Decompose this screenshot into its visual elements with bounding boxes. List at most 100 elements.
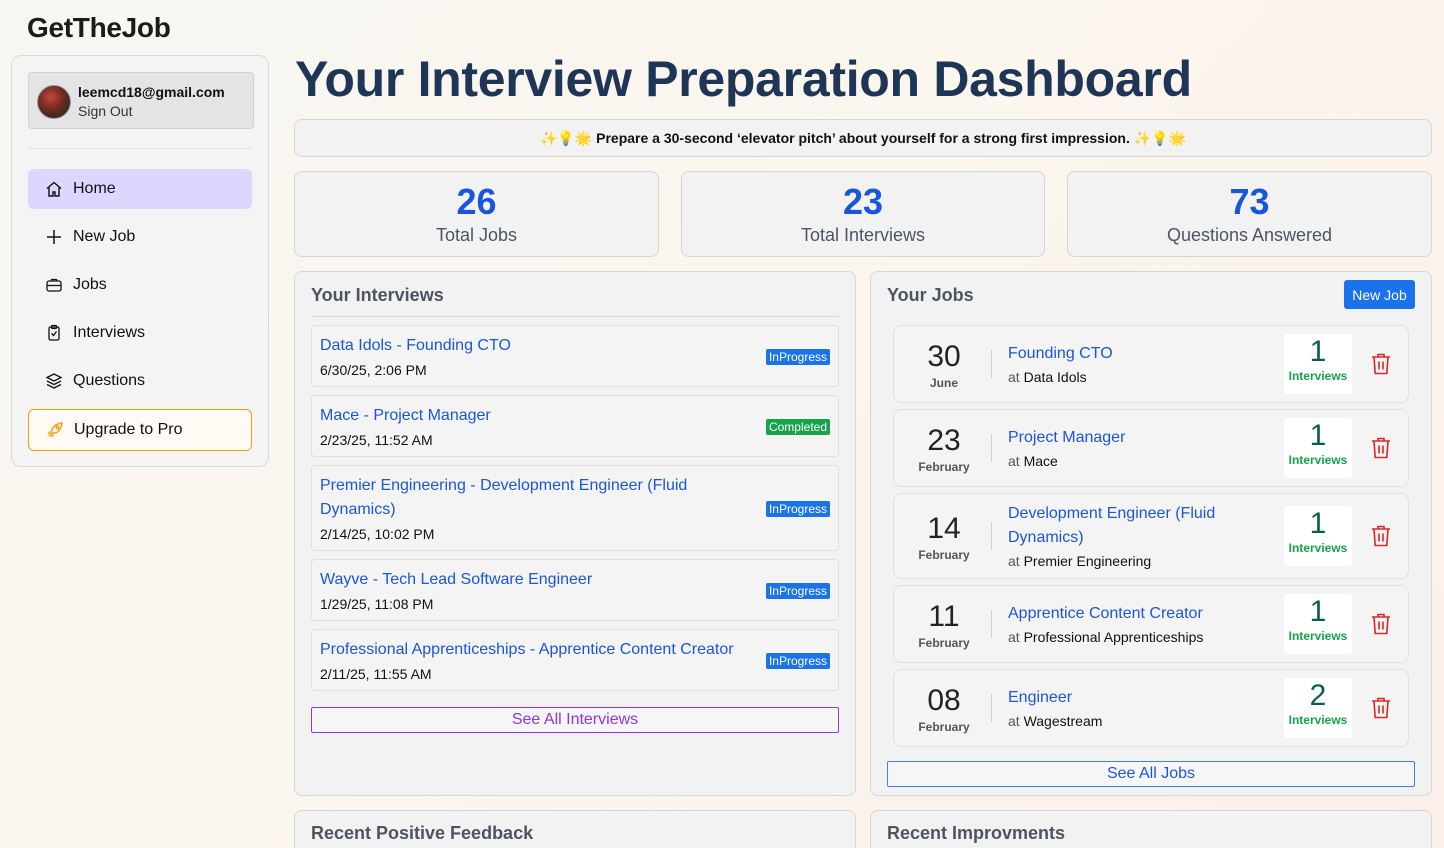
panel-title: Recent Positive Feedback [311,823,534,843]
stat-value: 26 [456,181,497,222]
stat-total-jobs: 26 Total Jobs [294,171,659,257]
see-all-jobs-button[interactable]: See All Jobs [887,761,1415,787]
job-day: 23 [927,424,961,457]
job-day: 14 [927,512,961,545]
trash-icon[interactable] [1370,524,1392,548]
job-month: February [918,548,970,562]
job-role[interactable]: Apprentice Content Creator [1008,602,1248,626]
job-item[interactable]: 23 February Project Manager at Mace 1 In… [893,409,1409,487]
stat-questions-answered: 73 Questions Answered [1067,171,1432,257]
clipboard-icon [45,324,63,342]
stat-value: 73 [1229,181,1270,222]
interview-date: 2/14/25, 10:02 PM [320,526,435,542]
sidebar-item-jobs[interactable]: Jobs [28,265,252,305]
sidebar-divider [28,148,252,149]
interview-item[interactable]: Professional Apprenticeships - Apprentic… [311,629,839,691]
sidebar-item-interviews[interactable]: Interviews [28,313,252,353]
job-company-name: Wagestream [1023,713,1103,729]
improvements-panel: Recent Improvments [870,810,1432,848]
sidebar: leemcd18@gmail.com Sign Out Home New Job… [11,55,269,467]
sidebar-item-new-job[interactable]: New Job [28,217,252,257]
job-item[interactable]: 08 February Engineer at Wagestream 2 Int… [893,669,1409,747]
sidebar-item-label: New Job [73,228,136,245]
status-badge: Completed [765,419,830,435]
divider [991,522,992,550]
interview-item[interactable]: Premier Engineering - Development Engine… [311,465,839,551]
interview-count-label: Interviews [1288,453,1348,467]
job-role[interactable]: Engineer [1008,686,1248,710]
status-badge: InProgress [765,349,830,365]
trash-icon[interactable] [1370,612,1392,636]
interview-date: 6/30/25, 2:06 PM [320,362,427,378]
interviews-panel: Your Interviews Data Idols - Founding CT… [294,271,856,796]
interview-count[interactable]: 1 Interviews [1284,334,1352,394]
job-item[interactable]: 11 February Apprentice Content Creator a… [893,585,1409,663]
interview-count-value: 1 [1309,507,1327,540]
plus-icon [45,228,63,246]
job-role[interactable]: Founding CTO [1008,342,1248,366]
layers-icon [45,372,63,390]
sidebar-item-home[interactable]: Home [28,169,252,209]
interview-count-label: Interviews [1288,713,1348,727]
job-company-prefix: at [1008,369,1020,385]
interview-count-value: 1 [1309,419,1327,452]
trash-icon[interactable] [1370,696,1392,720]
status-badge: InProgress [765,501,830,517]
interview-count[interactable]: 1 Interviews [1284,506,1352,566]
rocket-icon [46,421,64,439]
job-day: 30 [927,340,961,373]
job-role[interactable]: Development Engineer (Fluid Dynamics) [1008,502,1248,550]
stat-label: Total Jobs [435,225,518,245]
interview-count[interactable]: 1 Interviews [1284,594,1352,654]
interview-date: 1/29/25, 11:08 PM [320,596,434,612]
job-month: February [918,460,970,474]
interview-title[interactable]: Wayve - Tech Lead Software Engineer [320,568,740,592]
see-all-interviews-button[interactable]: See All Interviews [311,707,839,733]
sidebar-item-label: Jobs [73,276,107,293]
job-company-name: Premier Engineering [1023,553,1152,569]
briefcase-icon [45,276,63,294]
trash-icon[interactable] [1370,436,1392,460]
divider [991,610,992,638]
positive-feedback-panel: Recent Positive Feedback [294,810,856,848]
job-company-name: Mace [1023,453,1058,469]
divider [991,434,992,462]
interview-count[interactable]: 2 Interviews [1284,678,1352,738]
interview-title[interactable]: Mace - Project Manager [320,404,740,428]
interview-count-label: Interviews [1288,369,1348,383]
job-item[interactable]: 14 February Development Engineer (Fluid … [893,493,1409,579]
job-company: at Premier Engineering [1008,553,1151,569]
interview-item[interactable]: Mace - Project Manager 2/23/25, 11:52 AM… [311,395,839,457]
user-card: leemcd18@gmail.com Sign Out [28,72,254,129]
new-job-button[interactable]: New Job [1344,280,1415,309]
interview-item[interactable]: Data Idols - Founding CTO 6/30/25, 2:06 … [311,325,839,387]
sidebar-item-label: Home [73,180,116,197]
job-company-prefix: at [1008,713,1020,729]
interview-title[interactable]: Professional Apprenticeships - Apprentic… [320,638,770,662]
job-company-prefix: at [1008,553,1020,569]
job-company-prefix: at [1008,629,1020,645]
upgrade-to-pro-button[interactable]: Upgrade to Pro [28,409,252,451]
brand-logo[interactable]: GetTheJob [27,12,171,44]
interview-item[interactable]: Wayve - Tech Lead Software Engineer 1/29… [311,559,839,621]
divider [991,350,992,378]
interview-date: 2/11/25, 11:55 AM [320,666,432,682]
sign-out-link[interactable]: Sign Out [78,103,132,119]
job-item[interactable]: 30 June Founding CTO at Data Idols 1 Int… [893,325,1409,403]
interview-title[interactable]: Data Idols - Founding CTO [320,334,740,358]
job-company: at Data Idols [1008,369,1087,385]
interview-date: 2/23/25, 11:52 AM [320,432,433,448]
trash-icon[interactable] [1370,352,1392,376]
job-role[interactable]: Project Manager [1008,426,1248,450]
panel-title: Recent Improvments [887,823,1066,843]
interview-count[interactable]: 1 Interviews [1284,418,1352,478]
stat-label: Total Interviews [800,225,926,245]
sidebar-item-label: Interviews [73,324,146,341]
divider [991,694,992,722]
sidebar-item-questions[interactable]: Questions [28,361,252,401]
status-badge: InProgress [765,583,830,599]
interview-title[interactable]: Premier Engineering - Development Engine… [320,474,740,522]
job-company-name: Professional Apprenticeships [1023,629,1204,645]
job-month: February [918,720,970,734]
interview-count-value: 2 [1309,679,1327,712]
